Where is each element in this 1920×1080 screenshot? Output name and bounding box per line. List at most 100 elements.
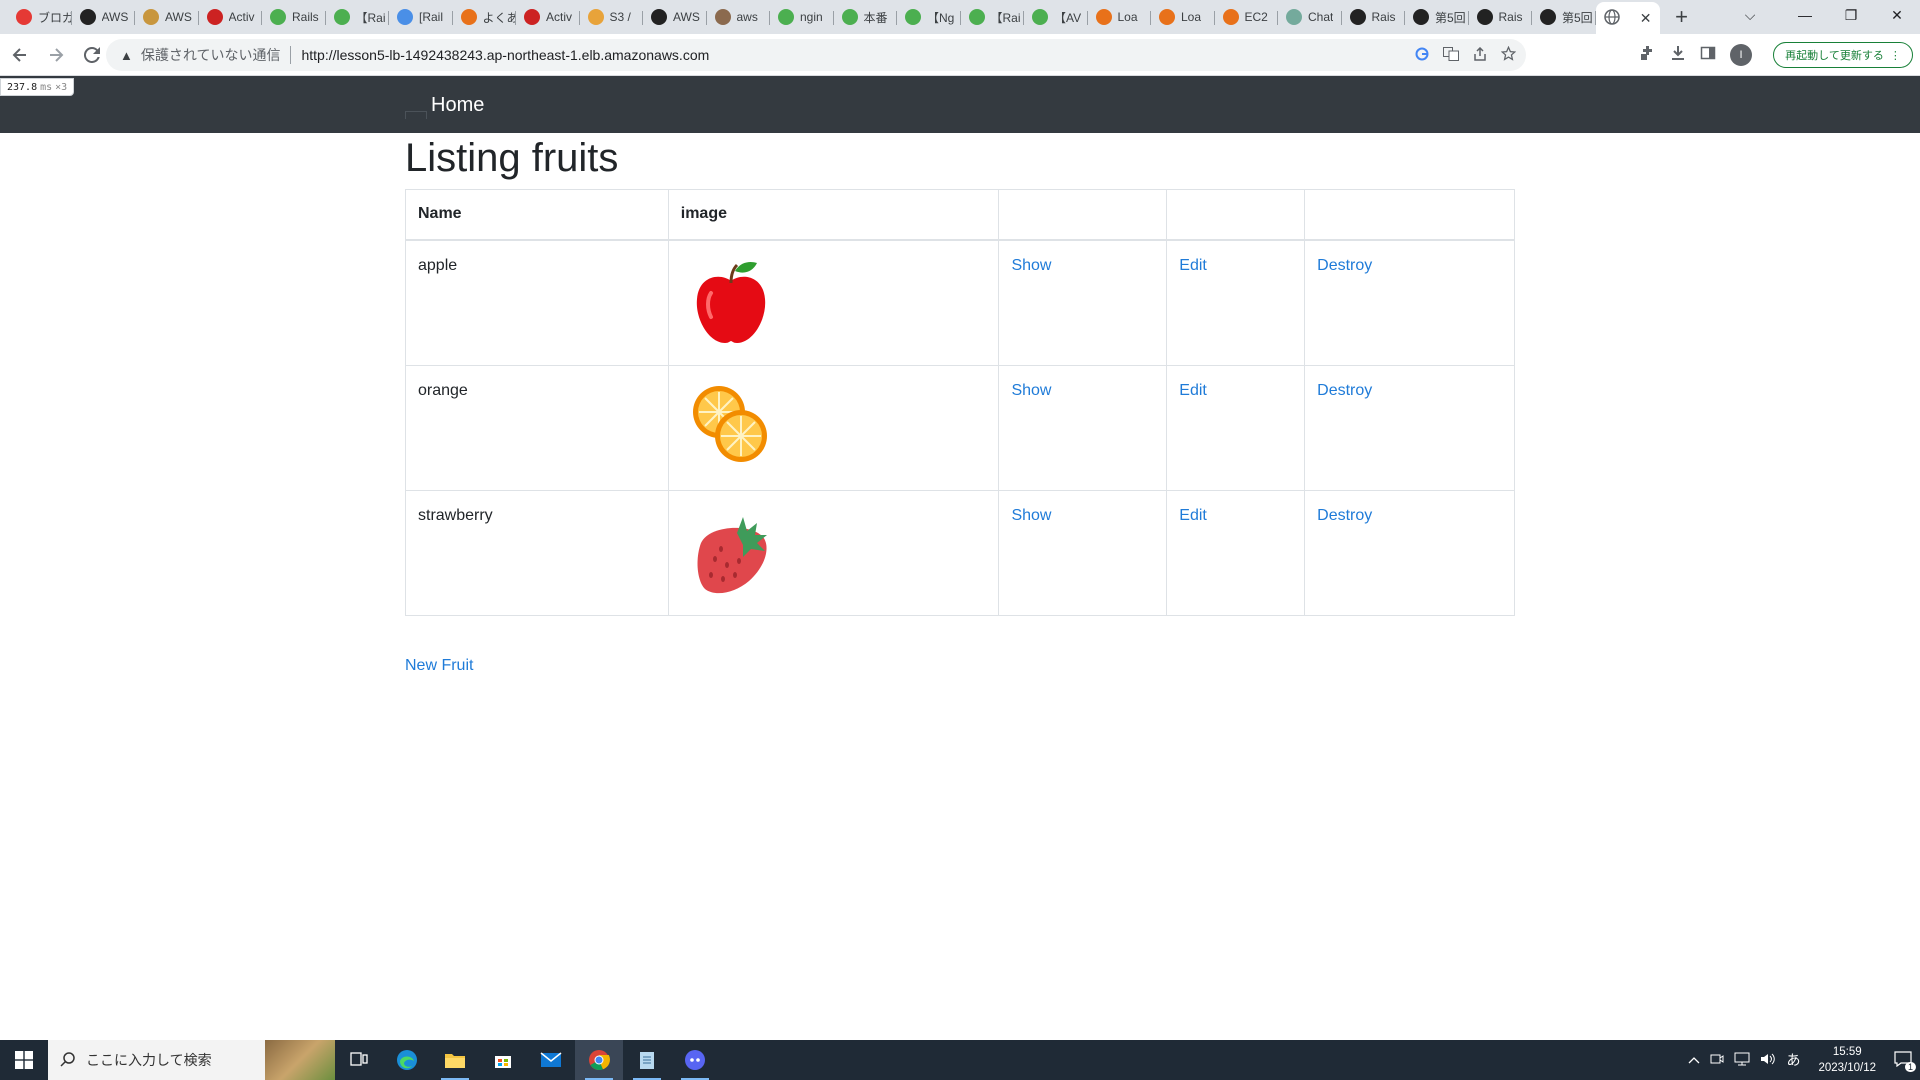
minimize-button[interactable]: — [1782,0,1828,30]
browser-tab[interactable]: 【AV [1024,3,1088,31]
microsoft-store-icon[interactable] [479,1040,527,1080]
ime-indicator[interactable]: あ [1786,1050,1800,1070]
destroy-link[interactable]: Destroy [1317,507,1372,524]
browser-tab[interactable]: Loa [1088,3,1152,31]
destroy-link[interactable]: Destroy [1317,382,1372,399]
tab-favicon-icon [1095,9,1112,25]
browser-tab[interactable]: [Rail [389,3,453,31]
google-lens-icon[interactable] [1415,47,1429,64]
request-timing-badge[interactable]: 237.8 ms ×3 [0,78,75,96]
header-destroy [1304,189,1515,241]
nav-home-link[interactable]: Home [431,94,484,117]
tab-title: Loa [1117,10,1138,24]
tab-favicon-icon [143,9,159,25]
browser-tab[interactable]: 【Rai [326,3,390,31]
maximize-button[interactable]: ❐ [1828,0,1874,30]
tab-title: AWS [673,10,700,24]
side-panel-icon[interactable] [1700,45,1716,65]
back-icon[interactable] [4,39,36,71]
active-browser-tab[interactable]: ✕ [1595,2,1660,34]
profile-avatar[interactable]: I [1730,44,1752,66]
show-link[interactable]: Show [1011,507,1051,524]
browser-tab[interactable]: Loa [1151,3,1215,31]
tab-favicon-icon [905,9,921,25]
taskbar-search-box[interactable]: ここに入力して検索 [48,1040,335,1080]
browser-tab[interactable]: Rais [1342,3,1406,31]
extensions-puzzle-icon[interactable] [1640,45,1656,65]
fruit-name: apple [405,239,669,366]
reload-icon[interactable] [76,39,108,71]
tab-title: 【Ng [927,10,955,25]
edit-cell: Edit [1166,364,1306,491]
volume-icon[interactable] [1760,1052,1776,1069]
omnibox-divider [290,46,292,64]
browser-tab[interactable]: 本番 [834,3,898,31]
browser-tab[interactable]: 【Rai [961,3,1025,31]
header-show [998,189,1168,241]
browser-tab[interactable]: Chat [1278,3,1342,31]
browser-tab[interactable]: 第5回 [1405,3,1469,31]
browser-tab[interactable]: 第5回 [1532,3,1596,31]
tab-close-icon[interactable]: ✕ [1640,10,1652,27]
browser-tab[interactable]: S3 / [580,3,644,31]
show-link[interactable]: Show [1011,257,1051,274]
browser-tab[interactable]: ブロガ [8,3,72,31]
edit-link[interactable]: Edit [1179,382,1207,399]
meet-now-icon[interactable] [1710,1052,1724,1069]
tab-favicon-icon [1349,9,1366,25]
destroy-link[interactable]: Destroy [1317,257,1372,274]
system-tray: あ 15:59 2023/10/12 1 [1688,1040,1920,1080]
browser-tab[interactable]: AWS [135,3,199,31]
url-text[interactable]: http://lesson5-lb-1492438243.ap-northeas… [301,47,709,63]
fruit-name: strawberry [405,489,669,616]
browser-tab[interactable]: Activ [516,3,580,31]
tab-title: ngin [800,10,823,24]
browser-tab[interactable]: EC2 [1215,3,1279,31]
file-explorer-icon[interactable] [431,1040,479,1080]
relaunch-update-button[interactable]: 再起動して更新する ⋮ [1773,42,1913,68]
table-row-strawberry: strawberry Show Edit Destroy [405,489,1515,616]
share-icon[interactable] [1473,46,1487,64]
new-tab-button[interactable]: + [1666,3,1698,31]
browser-tab[interactable]: よくあ [453,3,516,31]
mail-icon[interactable] [527,1040,575,1080]
clock-time: 15:59 [1832,1046,1862,1058]
task-view-icon[interactable] [335,1040,383,1080]
edge-browser-icon[interactable] [383,1040,431,1080]
bookmark-star-icon[interactable] [1500,45,1517,64]
browser-tab[interactable]: Rais [1469,3,1533,31]
browser-tab[interactable]: AWS [643,3,707,31]
navbar-toggler-icon[interactable] [405,111,427,119]
browser-tab[interactable]: Activ [199,3,263,31]
notepad-icon[interactable] [623,1040,671,1080]
tab-search-icon[interactable]: ⌵ [1732,0,1768,30]
chrome-icon[interactable] [575,1040,623,1080]
chevron-up-icon[interactable] [1688,1053,1700,1067]
show-link[interactable]: Show [1011,382,1051,399]
taskbar-clock[interactable]: 15:59 2023/10/12 [1818,1044,1876,1076]
windows-start-icon[interactable] [0,1040,48,1080]
discord-icon[interactable] [671,1040,719,1080]
forward-icon[interactable] [40,39,72,71]
browser-tab[interactable]: 【Ng [897,3,961,31]
edit-cell: Edit [1166,489,1306,616]
network-icon[interactable] [1734,1052,1750,1069]
notification-center-icon[interactable]: 1 [1894,1050,1916,1072]
not-secure-warning-icon[interactable]: ▲ [120,48,133,63]
translate-icon[interactable] [1443,46,1459,64]
browser-tab[interactable]: ngin [770,3,834,31]
browser-tab[interactable]: Rails [262,3,326,31]
new-fruit-link[interactable]: New Fruit [405,657,473,675]
tab-title: AWS [165,10,192,24]
browser-tab[interactable]: AWS [72,3,136,31]
security-status-text[interactable]: 保護されていない通信 [141,45,281,65]
tab-title: Rails [292,10,319,24]
download-icon[interactable] [1670,45,1686,65]
edit-link[interactable]: Edit [1179,507,1207,524]
edit-link[interactable]: Edit [1179,257,1207,274]
address-bar[interactable]: ▲ 保護されていない通信 http://lesson5-lb-149243824… [106,39,1526,71]
tab-favicon-icon [778,9,794,25]
browser-tab[interactable]: aws [707,3,771,31]
timing-count: ×3 [55,81,68,93]
close-window-button[interactable]: ✕ [1874,0,1920,30]
